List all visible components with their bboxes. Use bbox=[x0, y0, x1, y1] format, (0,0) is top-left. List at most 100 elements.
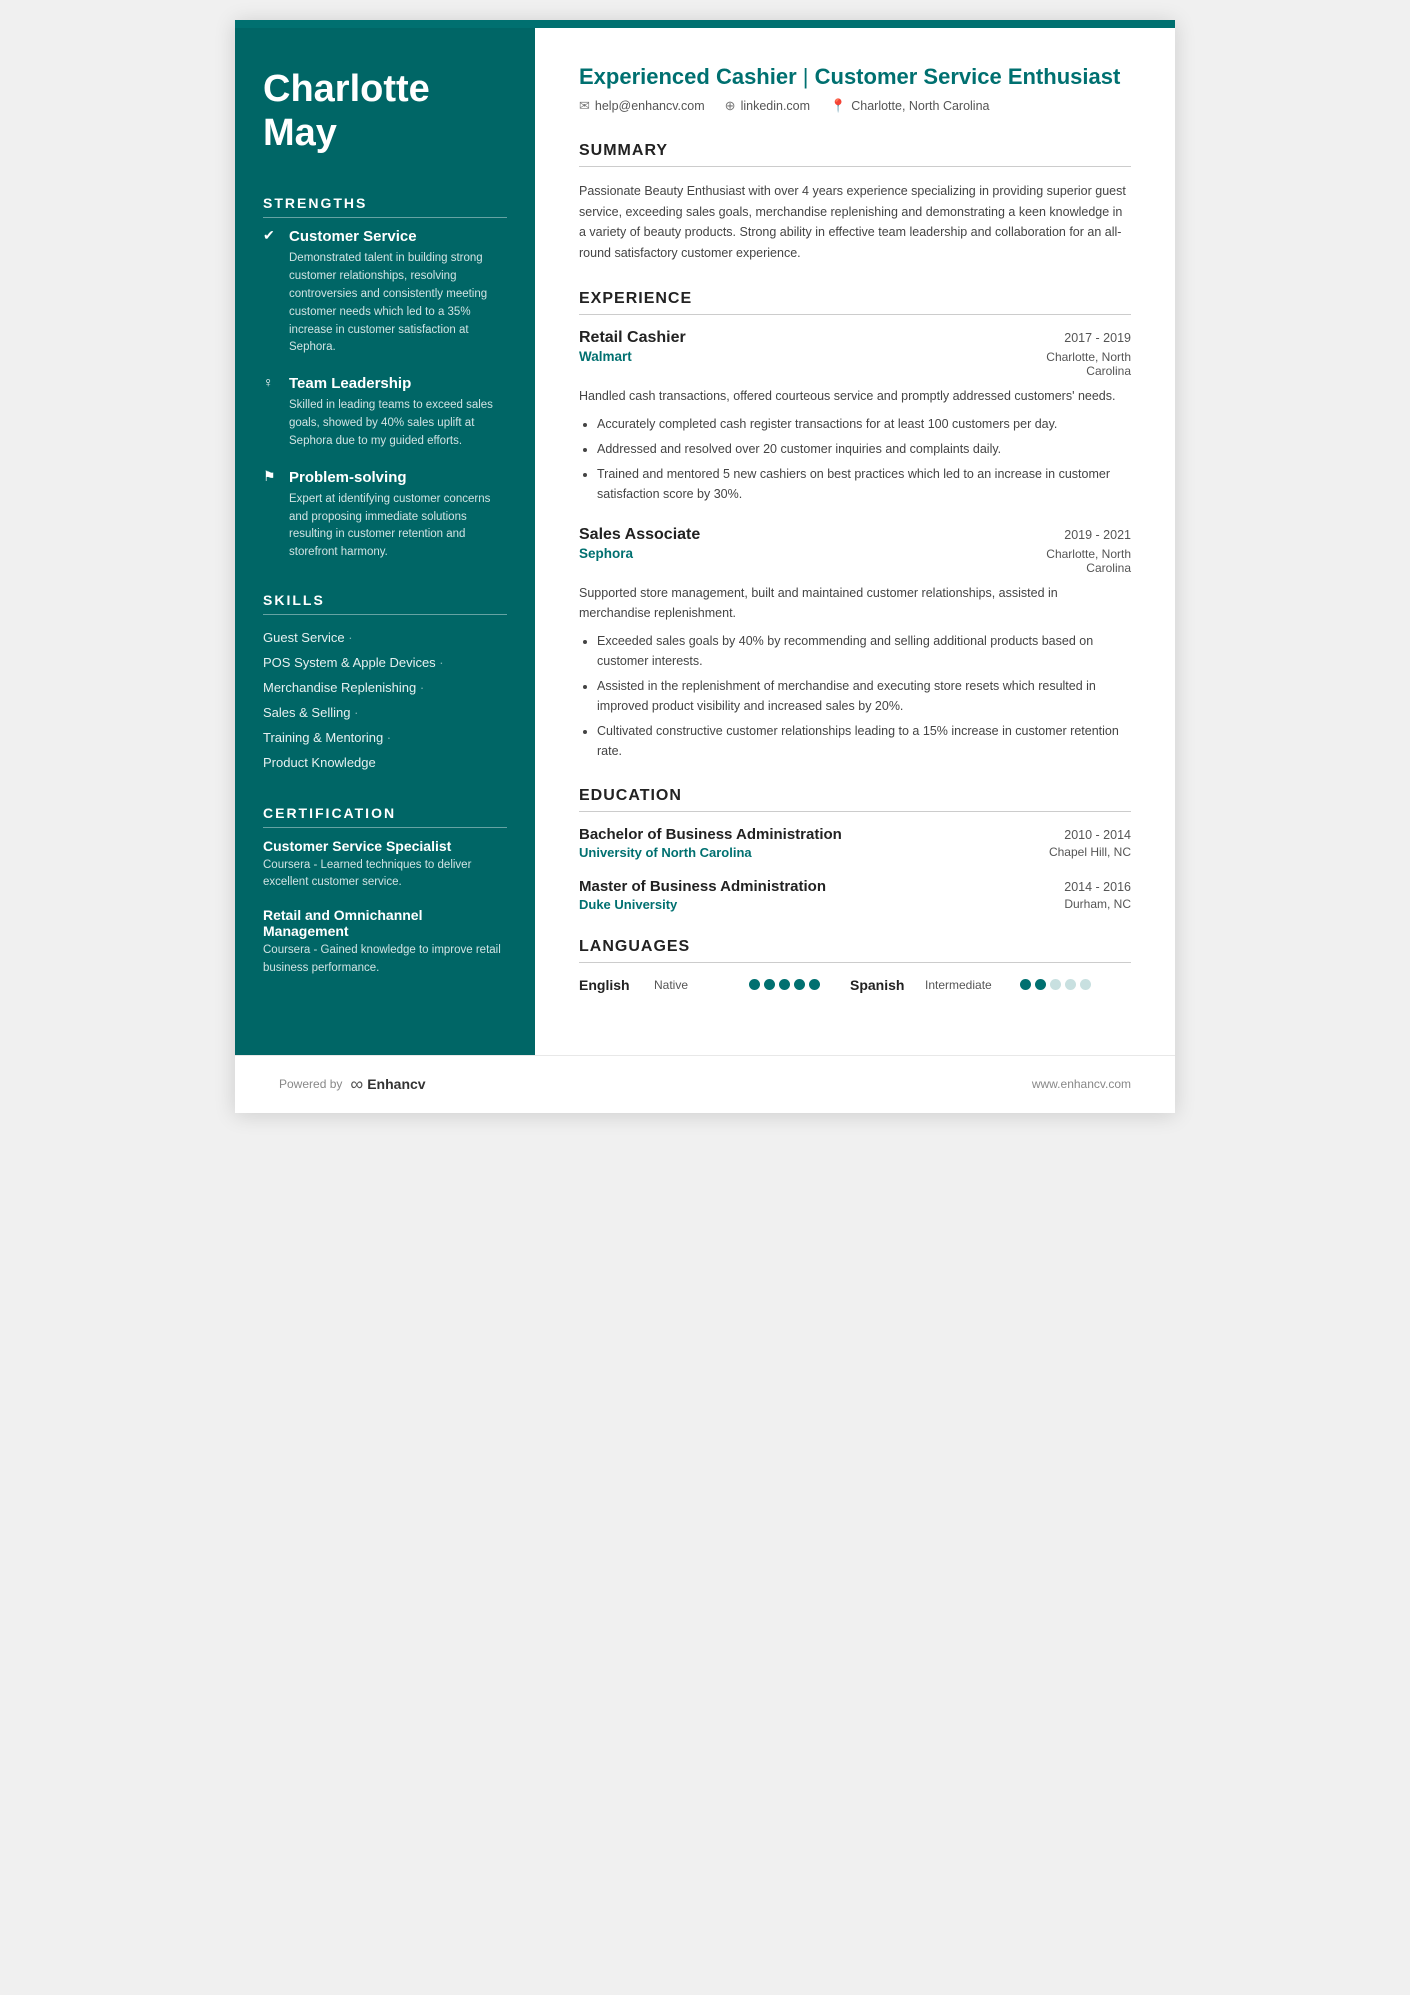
languages-row: English Native Spanish Intermediate bbox=[579, 977, 1131, 993]
dot bbox=[794, 979, 805, 990]
experience-sales-associate: Sales Associate 2019 - 2021 Sephora Char… bbox=[579, 526, 1131, 761]
main-headline: Experienced Cashier | Customer Service E… bbox=[579, 64, 1131, 90]
edu-degree-1: Bachelor of Business Administration bbox=[579, 826, 842, 843]
job-company-2: Sephora bbox=[579, 546, 633, 561]
edu-location-2: Durham, NC bbox=[1064, 897, 1131, 912]
dot bbox=[1050, 979, 1061, 990]
skill-sales: Sales & Selling · bbox=[263, 700, 507, 725]
email-icon: ✉ bbox=[579, 98, 590, 114]
edu-dates-2: 2014 - 2016 bbox=[1064, 880, 1131, 894]
bullet-item: Trained and mentored 5 new cashiers on b… bbox=[597, 464, 1131, 504]
cert-desc-1: Coursera - Learned techniques to deliver… bbox=[263, 857, 507, 892]
dot bbox=[1065, 979, 1076, 990]
skill-merchandise: Merchandise Replenishing · bbox=[263, 675, 507, 700]
experience-retail-cashier: Retail Cashier 2017 - 2019 Walmart Charl… bbox=[579, 329, 1131, 504]
footer-left: Powered by ∞ Enhancv bbox=[279, 1074, 426, 1095]
edu-degree-2: Master of Business Administration bbox=[579, 878, 826, 895]
lang-name-spanish: Spanish bbox=[850, 977, 915, 993]
experience-section: EXPERIENCE Retail Cashier 2017 - 2019 Wa… bbox=[579, 290, 1131, 761]
person-icon: ♀ bbox=[263, 376, 281, 392]
top-bar bbox=[235, 20, 1175, 28]
enhancv-logo: ∞ Enhancv bbox=[350, 1074, 425, 1095]
linkedin-contact: ⊕ linkedin.com bbox=[725, 98, 810, 114]
language-spanish: Spanish Intermediate bbox=[850, 977, 1091, 993]
edu-dates-1: 2010 - 2014 bbox=[1064, 828, 1131, 842]
job-summary-2: Supported store management, built and ma… bbox=[579, 583, 1131, 623]
footer-website: www.enhancv.com bbox=[1032, 1077, 1131, 1091]
experience-title: EXPERIENCE bbox=[579, 290, 1131, 315]
strength-team-leadership: ♀ Team Leadership Skilled in leading tea… bbox=[263, 375, 507, 450]
summary-title: SUMMARY bbox=[579, 142, 1131, 167]
certification-section: CERTIFICATION Customer Service Specialis… bbox=[263, 805, 507, 977]
dot bbox=[764, 979, 775, 990]
cert-desc-2: Coursera - Gained knowledge to improve r… bbox=[263, 942, 507, 977]
checkmark-icon: ✔ bbox=[263, 228, 281, 245]
lang-name-english: English bbox=[579, 977, 644, 993]
edu-school-1: University of North Carolina bbox=[579, 845, 752, 860]
job-company-1: Walmart bbox=[579, 349, 632, 364]
edu-location-1: Chapel Hill, NC bbox=[1049, 845, 1131, 860]
job-bullets-1: Accurately completed cash register trans… bbox=[579, 414, 1131, 504]
dot bbox=[749, 979, 760, 990]
main-header: Experienced Cashier | Customer Service E… bbox=[579, 64, 1131, 114]
cert-retail: Retail and Omnichannel Management Course… bbox=[263, 907, 507, 977]
education-section: EDUCATION Bachelor of Business Administr… bbox=[579, 787, 1131, 912]
summary-section: SUMMARY Passionate Beauty Enthusiast wit… bbox=[579, 142, 1131, 264]
dot bbox=[1035, 979, 1046, 990]
candidate-name: Charlotte May bbox=[263, 68, 507, 155]
lang-level-spanish: Intermediate bbox=[925, 978, 1010, 992]
dot bbox=[809, 979, 820, 990]
skill-pos-system: POS System & Apple Devices · bbox=[263, 650, 507, 675]
skill-product-knowledge: Product Knowledge bbox=[263, 750, 507, 775]
resume-wrapper: Charlotte May STRENGTHS ✔ Customer Servi… bbox=[235, 20, 1175, 1113]
skills-title: SKILLS bbox=[263, 592, 507, 615]
cert-title-1: Customer Service Specialist bbox=[263, 838, 507, 854]
email-text: help@enhancv.com bbox=[595, 99, 705, 113]
job-title-1: Retail Cashier bbox=[579, 329, 686, 347]
location-text: Charlotte, North Carolina bbox=[851, 99, 989, 113]
job-dates-1: 2017 - 2019 bbox=[1064, 331, 1131, 345]
footer: Powered by ∞ Enhancv www.enhancv.com bbox=[235, 1055, 1175, 1113]
strength-problem-solving: ⚑ Problem-solving Expert at identifying … bbox=[263, 469, 507, 562]
dot bbox=[1080, 979, 1091, 990]
lang-dots-english bbox=[749, 979, 820, 990]
lang-level-english: Native bbox=[654, 978, 739, 992]
strength-title-3: Problem-solving bbox=[289, 469, 407, 486]
skill-guest-service: Guest Service · bbox=[263, 625, 507, 650]
bullet-item: Exceeded sales goals by 40% by recommend… bbox=[597, 631, 1131, 671]
location-icon: 📍 bbox=[830, 98, 846, 114]
main-content: Experienced Cashier | Customer Service E… bbox=[535, 28, 1175, 1055]
language-english: English Native bbox=[579, 977, 820, 993]
job-summary-1: Handled cash transactions, offered court… bbox=[579, 386, 1131, 406]
skills-section: SKILLS Guest Service · POS System & Appl… bbox=[263, 592, 507, 775]
edu-school-2: Duke University bbox=[579, 897, 677, 912]
contact-line: ✉ help@enhancv.com ⊕ linkedin.com 📍 Char… bbox=[579, 98, 1131, 114]
education-title: EDUCATION bbox=[579, 787, 1131, 812]
location-contact: 📍 Charlotte, North Carolina bbox=[830, 98, 989, 114]
resume-body: Charlotte May STRENGTHS ✔ Customer Servi… bbox=[235, 28, 1175, 1055]
strength-title-2: Team Leadership bbox=[289, 375, 411, 392]
languages-title: LANGUAGES bbox=[579, 938, 1131, 963]
certification-title: CERTIFICATION bbox=[263, 805, 507, 828]
strengths-title: STRENGTHS bbox=[263, 195, 507, 218]
summary-text: Passionate Beauty Enthusiast with over 4… bbox=[579, 181, 1131, 264]
lang-dots-spanish bbox=[1020, 979, 1091, 990]
edu-bachelor: Bachelor of Business Administration 2010… bbox=[579, 826, 1131, 860]
powered-by-text: Powered by bbox=[279, 1077, 342, 1091]
strength-desc-3: Expert at identifying customer concerns … bbox=[263, 491, 507, 562]
bullet-item: Accurately completed cash register trans… bbox=[597, 414, 1131, 434]
job-bullets-2: Exceeded sales goals by 40% by recommend… bbox=[579, 631, 1131, 761]
job-location-1: Charlotte, NorthCarolina bbox=[1046, 350, 1131, 378]
brand-name: Enhancv bbox=[367, 1076, 425, 1092]
job-location-2: Charlotte, NorthCarolina bbox=[1046, 547, 1131, 575]
strength-title-1: Customer Service bbox=[289, 228, 417, 245]
cert-customer-service: Customer Service Specialist Coursera - L… bbox=[263, 838, 507, 892]
bullet-item: Addressed and resolved over 20 customer … bbox=[597, 439, 1131, 459]
flag-icon: ⚑ bbox=[263, 469, 281, 486]
dot bbox=[1020, 979, 1031, 990]
dot bbox=[779, 979, 790, 990]
job-title-2: Sales Associate bbox=[579, 526, 700, 544]
logo-symbol: ∞ bbox=[350, 1074, 363, 1095]
strength-customer-service: ✔ Customer Service Demonstrated talent i… bbox=[263, 228, 507, 357]
skill-training: Training & Mentoring · bbox=[263, 725, 507, 750]
